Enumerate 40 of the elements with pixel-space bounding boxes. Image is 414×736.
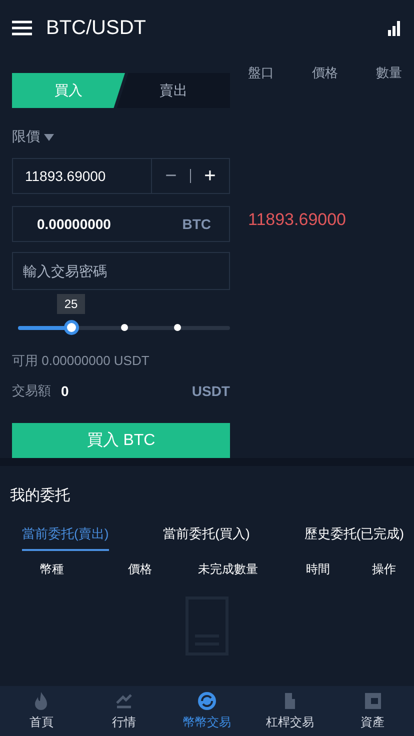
column-header: 未完成數量	[198, 561, 259, 578]
wallet-icon	[362, 691, 383, 711]
amount-field[interactable]: 0.00000000 BTC	[12, 206, 230, 242]
pair-title: BTC/USDT	[46, 16, 147, 40]
slider-thumb[interactable]	[64, 320, 79, 335]
tick-mark	[121, 324, 128, 331]
caret-icon	[44, 134, 54, 140]
available-balance: 可用 0.00000000 USDT	[12, 352, 150, 370]
exchange-icon	[196, 691, 217, 711]
nav-tab[interactable]: 資產	[331, 686, 414, 736]
nav-tab[interactable]: 杠桿交易	[248, 686, 332, 736]
plus-button[interactable]: +	[191, 159, 229, 193]
book-column-header: 價格	[312, 64, 338, 82]
chart-icon	[114, 691, 134, 711]
bar-chart-icon[interactable]	[386, 20, 402, 36]
column-header: 時間	[306, 561, 331, 578]
last-price: 11893.69000	[248, 210, 348, 230]
turnover-label: 交易額	[12, 382, 51, 400]
trade-tab[interactable]: 賣出	[117, 73, 230, 108]
column-header: 操作	[372, 561, 397, 578]
menu-icon[interactable]	[12, 20, 32, 36]
password-field[interactable]: 輸入交易密碼	[12, 252, 230, 290]
orders-title: 我的委托	[10, 486, 71, 505]
orders-tab[interactable]: 歷史委托(已完成)	[304, 523, 404, 551]
price-field[interactable]: 11893.69000 − +	[12, 158, 230, 194]
nav-tab[interactable]: 首頁	[0, 686, 83, 736]
orders-tab[interactable]: 當前委托(賣出)	[22, 523, 109, 551]
tick-mark	[174, 324, 181, 331]
turnover-value: 0	[61, 383, 70, 399]
column-header: 價格	[128, 561, 153, 578]
column-header: 幣種	[40, 561, 65, 578]
nav-tab[interactable]: 行情	[82, 686, 166, 736]
order-type[interactable]: 限價	[12, 128, 40, 146]
minus-button[interactable]: −	[152, 159, 190, 193]
orders-tab[interactable]: 當前委托(買入)	[163, 523, 250, 551]
book-column-header: 盤口	[248, 64, 274, 82]
book-column-header: 數量	[376, 64, 402, 82]
slider-tooltip: 25	[57, 294, 85, 314]
turnover-unit: USDT	[192, 383, 230, 399]
nav-tab[interactable]: 幣幣交易	[166, 686, 248, 736]
